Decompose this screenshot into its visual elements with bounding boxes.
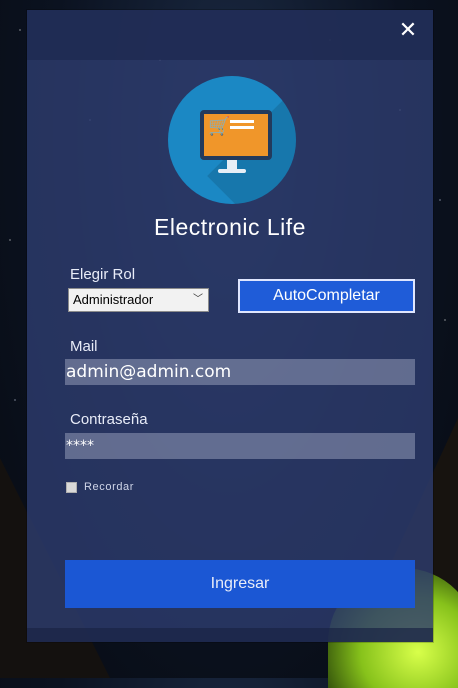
dialog-footer bbox=[27, 628, 433, 642]
autocomplete-button[interactable]: AutoCompletar bbox=[238, 279, 415, 313]
cart-lines-icon bbox=[230, 120, 254, 134]
password-input[interactable]: **** bbox=[65, 433, 415, 459]
password-label: Contraseña bbox=[70, 411, 148, 428]
dialog-header bbox=[27, 10, 433, 60]
mail-input[interactable]: admin@admin.com bbox=[65, 359, 415, 385]
close-button[interactable]: ✕ bbox=[395, 18, 421, 44]
shopping-cart-icon: 🛒 bbox=[208, 116, 231, 137]
close-icon[interactable]: ✕ bbox=[399, 18, 417, 43]
mail-label: Mail bbox=[70, 338, 98, 355]
app-title: Electronic Life bbox=[154, 214, 306, 240]
remember-checkbox[interactable] bbox=[66, 481, 77, 493]
remember-checkbox-row[interactable]: Recordar bbox=[66, 480, 134, 494]
login-button[interactable]: Ingresar bbox=[65, 560, 415, 608]
role-label: Elegir Rol bbox=[70, 266, 136, 283]
remember-label: Recordar bbox=[84, 481, 135, 493]
chevron-down-icon[interactable]: ﹀ bbox=[193, 289, 203, 311]
role-select-value: Administrador bbox=[73, 292, 154, 307]
app-logo: 🛒 bbox=[168, 76, 296, 204]
monitor-base-icon bbox=[218, 169, 246, 173]
role-select[interactable]: Administrador ﹀ bbox=[68, 288, 209, 312]
login-dialog: ✕ 🛒 Electronic Life Elegir Rol Administr… bbox=[27, 10, 433, 642]
